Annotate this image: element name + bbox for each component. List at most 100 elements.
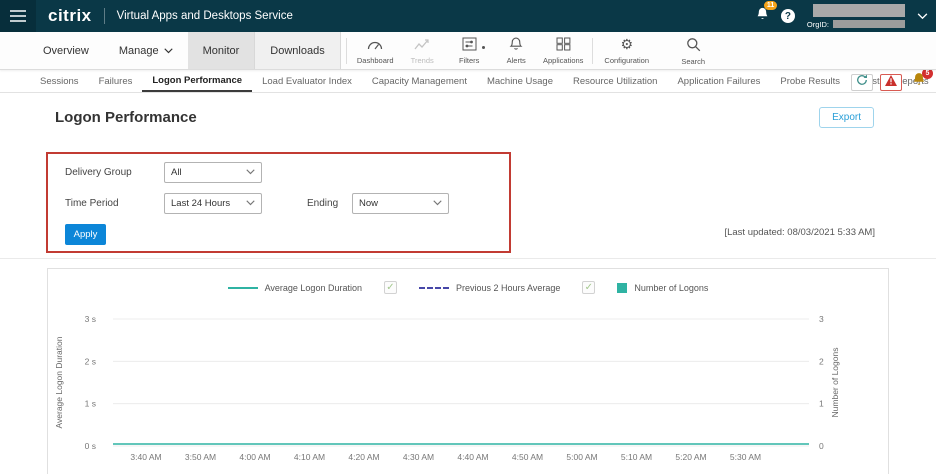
nav-tool-dashboard[interactable]: Dashboard bbox=[352, 32, 399, 69]
subnav-application-failures[interactable]: Application Failures bbox=[667, 70, 770, 92]
alert-error-button[interactable] bbox=[880, 74, 902, 91]
nav-separator bbox=[346, 38, 347, 64]
nav-tool-alerts[interactable]: Alerts bbox=[493, 32, 540, 69]
trends-chart-icon bbox=[414, 37, 430, 53]
notification-badge: 11 bbox=[764, 1, 777, 10]
nav-tool-filters[interactable]: Filters bbox=[446, 32, 493, 69]
subnav-probe-results[interactable]: Probe Results bbox=[770, 70, 850, 92]
svg-text:3:40 AM: 3:40 AM bbox=[130, 452, 161, 462]
svg-text:4:40 AM: 4:40 AM bbox=[457, 452, 488, 462]
exclamation-icon bbox=[885, 73, 897, 91]
svg-text:2 s: 2 s bbox=[85, 356, 96, 366]
square-swatch bbox=[617, 283, 627, 293]
filters-dropdown-dot bbox=[482, 46, 485, 49]
time-period-select[interactable]: Last 24 Hours bbox=[164, 193, 262, 214]
line-swatch bbox=[228, 287, 258, 289]
svg-text:2: 2 bbox=[819, 356, 824, 366]
apply-button[interactable]: Apply bbox=[65, 224, 106, 245]
page-title: Logon Performance bbox=[55, 109, 197, 126]
help-icon[interactable]: ? bbox=[781, 9, 795, 23]
chevron-down-icon bbox=[246, 167, 255, 178]
legend-checkbox-previous-2-hours-average[interactable]: ✓ bbox=[582, 281, 595, 294]
svg-text:5:00 AM: 5:00 AM bbox=[566, 452, 597, 462]
nav-tool-search[interactable]: Search bbox=[670, 32, 717, 69]
alerts-bell-icon bbox=[509, 37, 523, 53]
topbar-right: 11 ? OrgID: bbox=[756, 4, 936, 29]
subnav-load-evaluator-index[interactable]: Load Evaluator Index bbox=[252, 70, 362, 92]
legend-number-of-logons: Number of Logons bbox=[617, 283, 708, 293]
applications-grid-icon bbox=[556, 37, 571, 53]
nav-tab-downloads[interactable]: Downloads bbox=[254, 32, 340, 69]
delivery-group-select[interactable]: All bbox=[164, 162, 262, 183]
legend-checkbox-average-logon-duration[interactable]: ✓ bbox=[384, 281, 397, 294]
subnav-resource-utilization[interactable]: Resource Utilization bbox=[563, 70, 667, 92]
export-button[interactable]: Export bbox=[819, 107, 874, 128]
refresh-icon bbox=[856, 73, 868, 91]
account-chevron-down-icon[interactable] bbox=[917, 13, 928, 20]
svg-text:Average Logon Duration: Average Logon Duration bbox=[54, 336, 64, 428]
refresh-button[interactable] bbox=[851, 74, 873, 91]
notifications-bell-icon[interactable]: 11 bbox=[756, 7, 769, 26]
svg-text:0: 0 bbox=[819, 441, 824, 451]
monitor-subnav: Sessions Failures Logon Performance Load… bbox=[0, 70, 936, 93]
svg-text:4:10 AM: 4:10 AM bbox=[294, 452, 325, 462]
search-icon bbox=[686, 37, 701, 54]
logon-performance-chart-card: Average Logon Duration ✓ Previous 2 Hour… bbox=[47, 268, 889, 474]
account-block: OrgID: bbox=[807, 4, 905, 29]
svg-text:1 s: 1 s bbox=[85, 399, 96, 409]
delivery-group-label: Delivery Group bbox=[65, 167, 132, 178]
svg-text:Number of Logons: Number of Logons bbox=[830, 348, 840, 418]
section-divider bbox=[0, 258, 936, 259]
orgid-label: OrgID: bbox=[807, 20, 829, 29]
last-updated-text: [Last updated: 08/03/2021 5:33 AM] bbox=[724, 227, 875, 238]
nav-tab-manage[interactable]: Manage bbox=[104, 32, 188, 69]
svg-text:4:30 AM: 4:30 AM bbox=[403, 452, 434, 462]
chevron-down-icon bbox=[164, 45, 173, 57]
nav-tab-overview[interactable]: Overview bbox=[28, 32, 104, 69]
redacted-account-name bbox=[813, 4, 905, 17]
svg-text:4:20 AM: 4:20 AM bbox=[348, 452, 379, 462]
time-period-label: Time Period bbox=[65, 198, 119, 209]
redacted-orgid bbox=[833, 20, 905, 28]
subnav-actions: 5 bbox=[851, 72, 926, 92]
legend-previous-2-hours-average: Previous 2 Hours Average bbox=[419, 283, 560, 293]
svg-text:5:30 AM: 5:30 AM bbox=[730, 452, 761, 462]
chart-legend: Average Logon Duration ✓ Previous 2 Hour… bbox=[48, 281, 888, 294]
svg-text:3: 3 bbox=[819, 314, 824, 324]
logon-performance-chart: 0 s 0 1 s 1 2 s 2 3 s 3 3:40 AM 3:50 AM 4:00 AM 4:1… bbox=[48, 299, 888, 471]
alarm-bell-icon[interactable]: 5 bbox=[912, 72, 926, 92]
filters-icon bbox=[462, 37, 477, 53]
chevron-down-icon bbox=[246, 198, 255, 209]
nav-tool-applications[interactable]: Applications bbox=[540, 32, 587, 69]
svg-text:4:50 AM: 4:50 AM bbox=[512, 452, 543, 462]
app-window: citrix Virtual Apps and Desktops Service… bbox=[0, 0, 936, 474]
nav-tool-trends[interactable]: Trends bbox=[399, 32, 446, 69]
svg-text:3:50 AM: 3:50 AM bbox=[185, 452, 216, 462]
legend-average-logon-duration: Average Logon Duration bbox=[228, 283, 362, 293]
svg-text:4:00 AM: 4:00 AM bbox=[239, 452, 270, 462]
citrix-logo: citrix bbox=[48, 6, 92, 26]
ending-label: Ending bbox=[307, 198, 338, 209]
dashboard-gauge-icon bbox=[367, 37, 383, 53]
svg-text:5:20 AM: 5:20 AM bbox=[675, 452, 706, 462]
svg-text:1: 1 bbox=[819, 399, 824, 409]
hamburger-menu-icon[interactable] bbox=[0, 0, 36, 32]
app-title: Virtual Apps and Desktops Service bbox=[117, 10, 293, 22]
subnav-logon-performance[interactable]: Logon Performance bbox=[142, 70, 252, 92]
svg-text:0 s: 0 s bbox=[85, 441, 96, 451]
chevron-down-icon bbox=[433, 198, 442, 209]
svg-text:3 s: 3 s bbox=[85, 314, 96, 324]
subnav-failures[interactable]: Failures bbox=[89, 70, 143, 92]
main-nav: Overview Manage Monitor Downloads Dashbo… bbox=[0, 32, 936, 70]
topbar-divider bbox=[104, 8, 105, 24]
gear-icon: ⚙ bbox=[620, 38, 633, 53]
ending-select[interactable]: Now bbox=[352, 193, 449, 214]
top-bar: citrix Virtual Apps and Desktops Service… bbox=[0, 0, 936, 32]
nav-tool-configuration[interactable]: ⚙ Configuration bbox=[598, 32, 656, 69]
svg-text:5:10 AM: 5:10 AM bbox=[621, 452, 652, 462]
nav-tab-monitor[interactable]: Monitor bbox=[188, 32, 255, 69]
nav-separator bbox=[592, 38, 593, 64]
subnav-machine-usage[interactable]: Machine Usage bbox=[477, 70, 563, 92]
subnav-sessions[interactable]: Sessions bbox=[30, 70, 89, 92]
subnav-capacity-management[interactable]: Capacity Management bbox=[362, 70, 477, 92]
